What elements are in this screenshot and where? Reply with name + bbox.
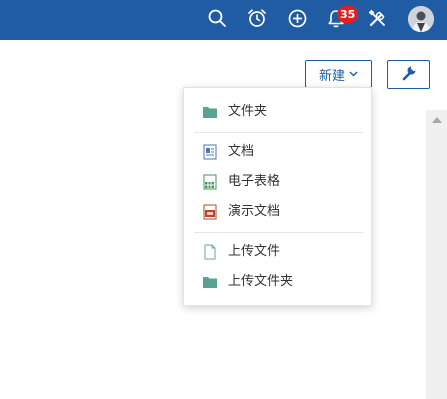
new-button-label: 新建	[318, 68, 345, 84]
menu-item-document[interactable]: 文档	[184, 137, 371, 167]
menu-divider	[194, 232, 363, 233]
new-button[interactable]: 新建	[305, 60, 372, 88]
menu-item-label: 演示文档	[228, 204, 281, 219]
menu-item-upload-folder[interactable]: 上传文件夹	[184, 267, 371, 297]
menu-item-spreadsheet[interactable]: 电子表格	[184, 167, 371, 197]
menu-item-label: 上传文件	[228, 244, 281, 259]
notification-count-badge: 35	[337, 6, 359, 23]
upload-file-icon	[202, 244, 218, 260]
menu-item-label: 上传文件夹	[228, 274, 294, 289]
menu-item-folder[interactable]: 文件夹	[184, 97, 371, 127]
user-avatar[interactable]	[408, 6, 434, 32]
menu-item-label: 电子表格	[228, 174, 281, 189]
menu-divider	[194, 132, 363, 133]
menu-item-presentation[interactable]: 演示文档	[184, 197, 371, 227]
folder-icon	[202, 104, 218, 120]
top-navigation-bar: 35	[0, 0, 447, 40]
settings-tool-button[interactable]	[387, 60, 430, 89]
alarm-clock-icon[interactable]	[245, 6, 269, 30]
document-icon	[202, 144, 218, 160]
tools-icon[interactable]	[365, 6, 389, 30]
vertical-scrollbar[interactable]	[426, 110, 447, 399]
wrench-icon	[401, 65, 417, 85]
upload-folder-icon	[202, 274, 218, 290]
search-icon[interactable]	[205, 6, 229, 30]
scroll-up-arrow-icon[interactable]	[432, 117, 442, 123]
menu-item-label: 文件夹	[228, 104, 268, 119]
menu-item-label: 文档	[228, 144, 255, 159]
menu-item-upload-file[interactable]: 上传文件	[184, 237, 371, 267]
presentation-icon	[202, 204, 218, 220]
chevron-down-icon	[349, 70, 358, 80]
spreadsheet-icon	[202, 174, 218, 190]
new-item-dropdown-menu: 文件夹 文档 电子表格 演示文档 上传文件 上传文件夹	[183, 87, 372, 306]
add-circle-icon[interactable]	[285, 6, 309, 30]
